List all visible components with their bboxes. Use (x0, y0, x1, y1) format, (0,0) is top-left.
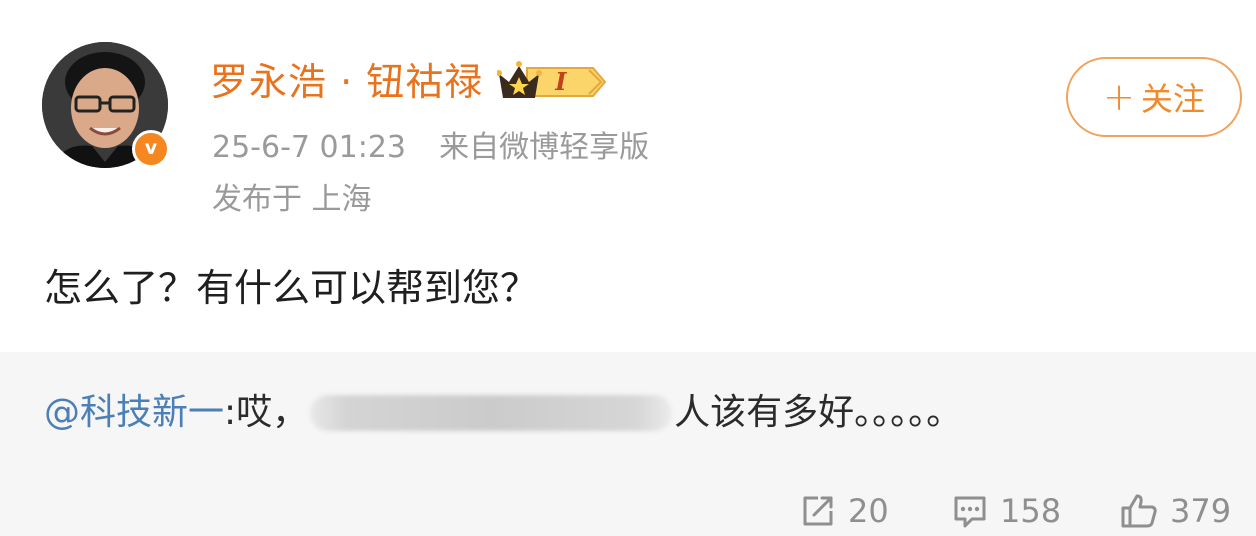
username-row: 罗永浩 · 钮祜禄 I (210, 56, 609, 108)
post-timestamp[interactable]: 25-6-7 01:23 (212, 130, 406, 165)
retweet-mention[interactable]: @科技新一 (44, 388, 224, 438)
post-source: 来自微博轻享版 (439, 130, 650, 165)
weibo-post: v 罗永浩 · 钮祜禄 I 25-6-7 01:23 来自微博轻享版 发布于 上… (0, 0, 1256, 352)
retweet-text-before: :哎， (224, 392, 309, 433)
follow-label: 关注 (1140, 80, 1205, 118)
retweet-block[interactable] (0, 352, 1256, 536)
post-location: 发布于 上海 (212, 182, 372, 217)
username[interactable]: 罗永浩 · 钮祜禄 (210, 56, 483, 108)
comment-button[interactable]: 158 (952, 490, 1061, 532)
retweet-text: @科技新一 :哎， 人该有多好。。。。。 (44, 388, 962, 438)
blurred-redaction (310, 395, 673, 431)
comment-icon (954, 496, 986, 528)
avatar-container[interactable]: v (42, 42, 170, 170)
repost-button[interactable]: 20 (800, 490, 889, 532)
crown-icon (497, 61, 607, 98)
follow-button[interactable]: + 关注 (1066, 57, 1242, 137)
post-content: 怎么了？有什么可以帮到您？ (44, 266, 539, 310)
repost-count: 20 (848, 492, 889, 530)
like-count: 379 (1170, 492, 1232, 530)
vip-level-label: I (555, 67, 567, 96)
post-meta: 25-6-7 01:23 来自微博轻享版 (212, 128, 649, 168)
like-button[interactable]: 379 (1120, 490, 1231, 532)
repost-icon (803, 496, 833, 526)
plus-icon: + (1103, 75, 1135, 119)
thumbs-up-icon (1121, 494, 1157, 528)
comment-count: 158 (1000, 492, 1062, 530)
vip-badge[interactable]: I (497, 60, 609, 104)
verified-badge-icon: v (132, 130, 170, 168)
retweet-text-after: 人该有多好。。。。。 (674, 392, 963, 433)
